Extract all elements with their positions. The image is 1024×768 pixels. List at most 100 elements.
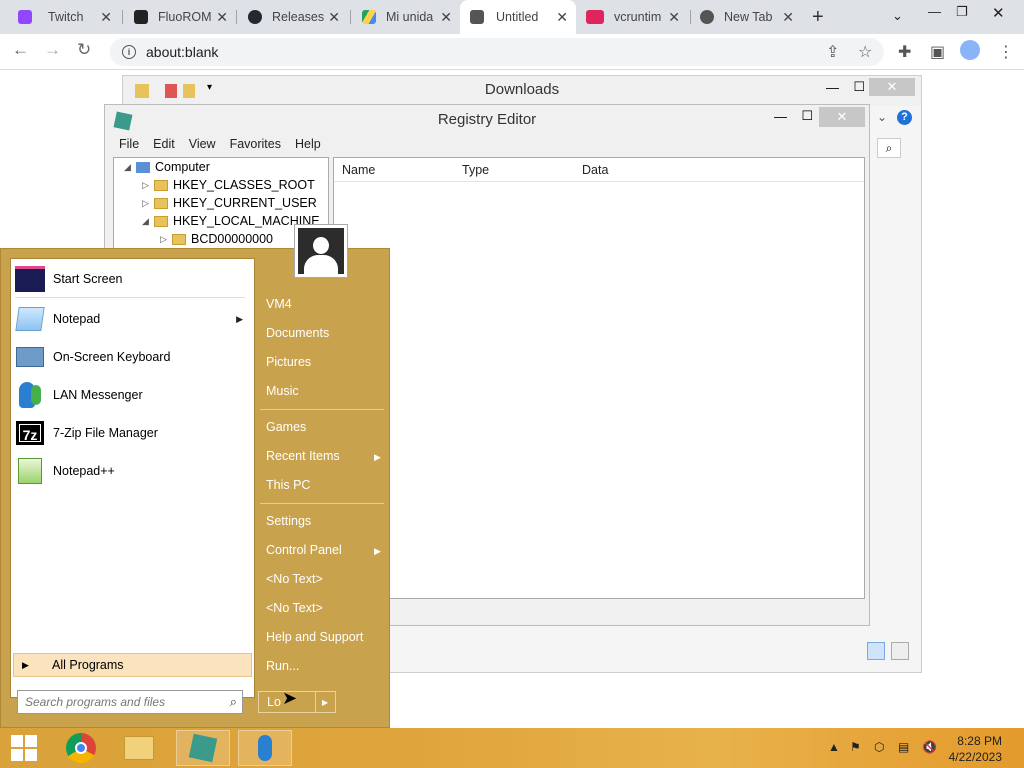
taskbar-chrome[interactable] [54, 730, 108, 766]
minimize-icon[interactable]: — [774, 109, 787, 124]
expand-arrow-icon[interactable]: ▷ [142, 180, 154, 191]
action-center-flag-icon[interactable]: ⚑ [850, 740, 861, 754]
user-avatar[interactable] [294, 224, 348, 278]
tab-releases[interactable]: Releases ✕ [238, 0, 348, 34]
run-link[interactable]: Run... [266, 659, 299, 673]
extensions-icon[interactable]: ✚ [898, 42, 911, 62]
close-icon[interactable]: ✕ [668, 9, 680, 26]
start-screen-item[interactable]: Start Screen [15, 261, 249, 297]
menu-favorites[interactable]: Favorites [230, 137, 281, 155]
maximize-icon[interactable]: ☐ [801, 108, 813, 124]
system-clock[interactable]: 8:28 PM 4/22/2023 [949, 733, 1002, 765]
info-icon[interactable]: i [122, 45, 136, 59]
this-pc-link[interactable]: This PC [266, 478, 310, 492]
documents-link[interactable]: Documents [266, 326, 329, 340]
menu-help[interactable]: Help [295, 137, 321, 155]
tree-node-hklm[interactable]: ◢ HKEY_LOCAL_MACHINE [142, 214, 320, 228]
tree-node-bcd[interactable]: ▷ BCD00000000 [160, 232, 273, 246]
tab-drive[interactable]: Mi unida ✕ [352, 0, 460, 34]
all-programs-button[interactable]: ▶ All Programs [13, 653, 252, 677]
tab-twitch[interactable]: Twitch ✕ [8, 0, 120, 34]
start-button[interactable] [0, 730, 48, 766]
7zip-item[interactable]: 7z 7-Zip File Manager [15, 415, 249, 451]
kebab-menu-icon[interactable]: ⋮ [998, 42, 1014, 62]
log-off-label: Lo [267, 695, 281, 709]
taskbar-file-explorer[interactable] [112, 730, 166, 766]
column-data[interactable]: Data [582, 163, 608, 177]
control-panel-link[interactable]: Control Panel ▶ [266, 543, 381, 557]
qat-dropdown-icon[interactable]: ▾ [207, 82, 212, 93]
lan-messenger-item[interactable]: LAN Messenger [15, 377, 249, 413]
restore-icon[interactable]: ❐ [956, 4, 968, 20]
back-icon[interactable]: ← [12, 40, 29, 60]
volume-muted-icon[interactable]: 🔇 [922, 740, 937, 754]
taskbar-lan-messenger[interactable] [238, 730, 292, 766]
onscreen-keyboard-item[interactable]: On-Screen Keyboard [15, 339, 249, 375]
help-icon[interactable]: ? [897, 110, 912, 125]
tree-label: HKEY_CURRENT_USER [173, 196, 317, 210]
pictures-link[interactable]: Pictures [266, 355, 311, 369]
new-tab-button[interactable]: + [812, 6, 824, 29]
chevron-down-icon[interactable]: ⌄ [877, 110, 887, 124]
close-window-icon[interactable]: ✕ [992, 4, 1005, 22]
side-panel-icon[interactable]: ▣ [930, 42, 945, 62]
settings-link[interactable]: Settings [266, 514, 311, 528]
close-icon[interactable]: ✕ [869, 78, 915, 96]
properties-icon[interactable] [165, 84, 177, 98]
close-icon[interactable]: ✕ [100, 9, 112, 26]
close-icon[interactable]: ✕ [216, 9, 228, 26]
collapse-arrow-icon[interactable]: ◢ [142, 216, 154, 227]
close-icon[interactable]: ✕ [556, 9, 568, 26]
tab-untitled[interactable]: Untitled ✕ [460, 0, 576, 34]
forward-icon[interactable]: → [44, 40, 61, 60]
details-view-icon[interactable] [867, 642, 885, 660]
tab-newtab[interactable]: New Tab ✕ [690, 0, 802, 34]
registry-values-list[interactable]: Name Type Data [333, 157, 865, 599]
menu-view[interactable]: View [189, 137, 216, 155]
show-hidden-icons-icon[interactable]: ▲ [828, 740, 840, 754]
tree-node-computer[interactable]: ◢ Computer [124, 160, 210, 174]
large-icons-view-icon[interactable] [891, 642, 909, 660]
menu-file[interactable]: File [119, 137, 139, 155]
tab-fluorom[interactable]: FluoROM ✕ [124, 0, 236, 34]
help-support-link[interactable]: Help and Support [266, 630, 363, 644]
search-input[interactable]: Search programs and files ⌕ [17, 690, 243, 714]
search-icon[interactable]: ⌕ [877, 138, 901, 158]
notepad-item[interactable]: Notepad ▶ [15, 301, 249, 337]
new-folder-icon[interactable] [183, 84, 195, 98]
minimize-icon[interactable]: — [826, 80, 839, 95]
search-icon[interactable]: ⌕ [230, 694, 237, 710]
games-link[interactable]: Games [266, 420, 306, 434]
tab-vcruntime[interactable]: vcruntim ✕ [576, 0, 688, 34]
close-icon[interactable]: ✕ [328, 9, 340, 26]
close-icon[interactable]: ✕ [440, 9, 452, 26]
bookmark-star-icon[interactable]: ☆ [858, 42, 872, 62]
security-shield-icon[interactable]: ⬡ [874, 740, 884, 754]
minimize-icon[interactable]: — [928, 4, 941, 19]
power-options-arrow-icon[interactable]: ▶ [322, 698, 328, 707]
expand-arrow-icon[interactable]: ▷ [160, 234, 172, 245]
maximize-icon[interactable]: ☐ [853, 79, 865, 95]
chevron-down-icon[interactable]: ⌄ [892, 8, 903, 24]
no-text-link-2[interactable]: <No Text> [266, 601, 323, 615]
taskbar-regedit[interactable] [176, 730, 230, 766]
collapse-arrow-icon[interactable]: ◢ [124, 162, 136, 173]
music-link[interactable]: Music [266, 384, 299, 398]
tree-node-hkcr[interactable]: ▷ HKEY_CLASSES_ROOT [142, 178, 315, 192]
share-icon[interactable]: ⇪ [826, 42, 839, 62]
close-icon[interactable]: ✕ [819, 107, 865, 127]
column-type[interactable]: Type [462, 163, 489, 177]
start-user-link[interactable]: VM4 [266, 297, 292, 311]
expand-arrow-icon[interactable]: ▷ [142, 198, 154, 209]
reload-icon[interactable]: ↻ [77, 40, 91, 60]
notepadpp-item[interactable]: Notepad++ [15, 453, 249, 489]
column-name[interactable]: Name [342, 163, 375, 177]
address-bar[interactable]: i about:blank [110, 38, 884, 66]
profile-avatar-icon[interactable] [960, 40, 980, 60]
no-text-link-1[interactable]: <No Text> [266, 572, 323, 586]
tree-node-hkcu[interactable]: ▷ HKEY_CURRENT_USER [142, 196, 317, 210]
menu-edit[interactable]: Edit [153, 137, 175, 155]
recent-items-link[interactable]: Recent Items ▶ [266, 449, 381, 463]
network-icon[interactable]: ▤ [898, 740, 909, 754]
close-icon[interactable]: ✕ [782, 9, 794, 26]
